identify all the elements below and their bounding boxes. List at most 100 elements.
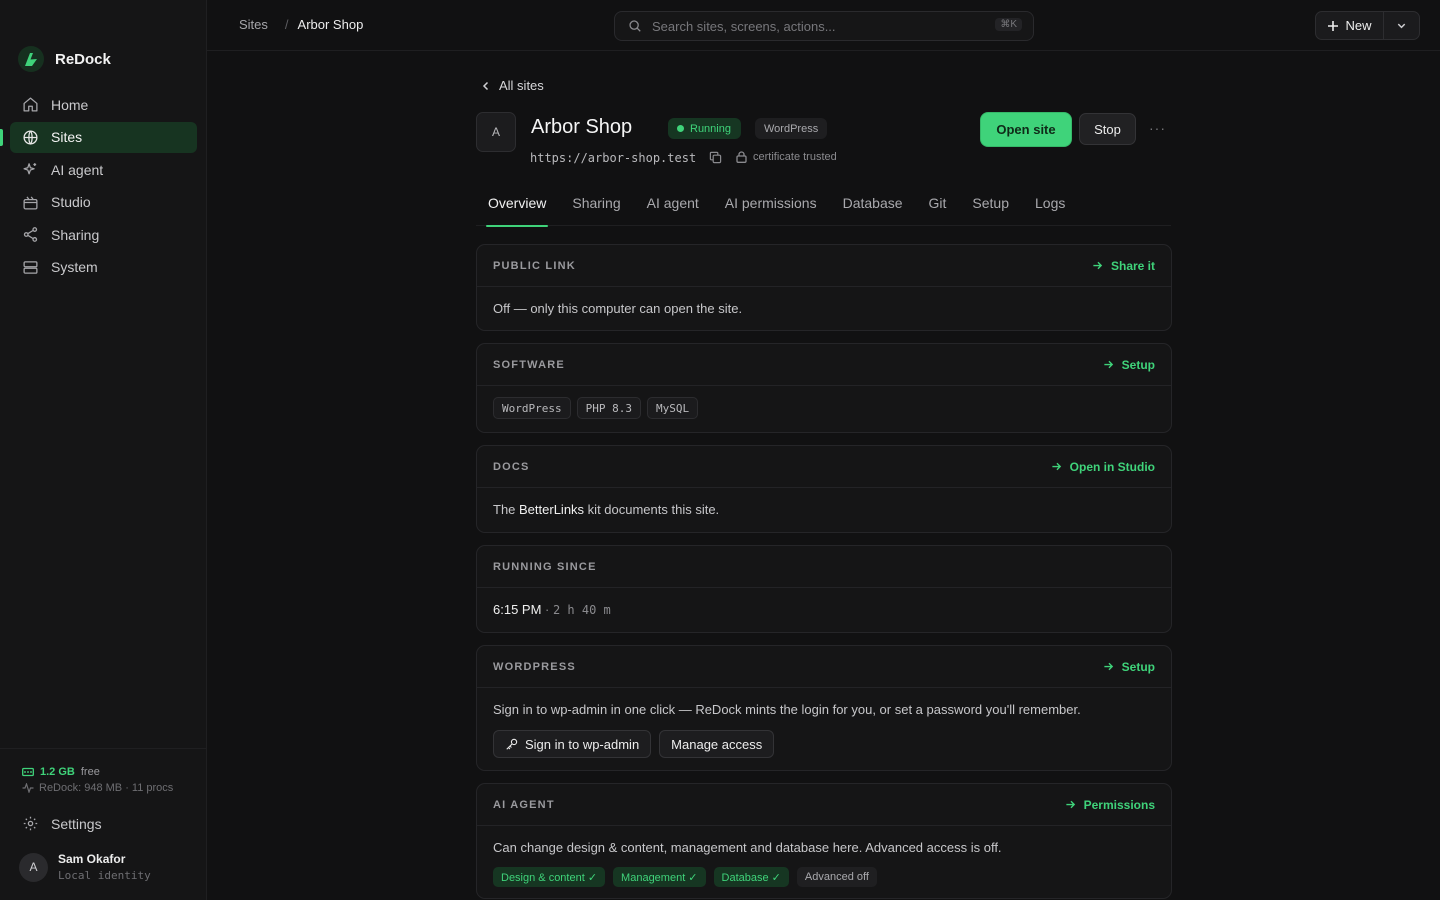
breadcrumb-separator: /: [284, 17, 289, 32]
breadcrumb-root[interactable]: Sites: [239, 17, 268, 32]
back-link[interactable]: All sites: [481, 78, 544, 93]
stop-button[interactable]: Stop: [1079, 113, 1136, 145]
server-icon: [22, 259, 39, 276]
sidebar-item-system[interactable]: System: [10, 252, 197, 283]
home-icon: [22, 96, 39, 113]
new-button-label: New: [1345, 18, 1372, 33]
wordpress-setup-label: Setup: [1121, 659, 1155, 674]
brand-name: ReDock: [55, 50, 111, 68]
running-since-value: 6:15 PM · 2 h 40 m: [477, 588, 1171, 617]
user-profile[interactable]: A Sam Okafor Local identity: [19, 852, 151, 882]
tab-overview[interactable]: Overview: [476, 188, 560, 227]
process-usage: ReDock: 948 MB · 11 procs: [39, 782, 174, 794]
permission-badge-off: Advanced off: [796, 867, 877, 887]
card-title: PUBLIC LINK: [493, 259, 576, 272]
gear-icon: [22, 815, 39, 832]
share-it-label: Share it: [1110, 258, 1155, 273]
brand[interactable]: ReDock: [18, 46, 111, 72]
docs-text: The BetterLinks kit documents this site.: [477, 488, 1171, 517]
ai-agent-description: Can change design & content, management …: [493, 840, 1002, 855]
copy-icon[interactable]: [709, 151, 722, 164]
tab-ai-agent[interactable]: AI agent: [635, 188, 713, 226]
settings-label: Settings: [51, 815, 102, 832]
status-badge: Running: [668, 118, 741, 139]
memory-free-label: free: [80, 766, 100, 778]
sidebar-item-ai-agent[interactable]: AI agent: [10, 154, 197, 185]
back-link-label: All sites: [499, 78, 544, 93]
sparkle-icon: [22, 161, 39, 178]
page-title: Arbor Shop: [531, 116, 633, 138]
sidebar-item-home[interactable]: Home: [10, 89, 197, 120]
permission-badge: Design & content ✓: [493, 867, 606, 887]
permission-badge: Database ✓: [713, 867, 789, 887]
sidebar-item-label: Sharing: [51, 226, 100, 243]
tab-logs[interactable]: Logs: [1023, 188, 1079, 226]
tab-ai-permissions[interactable]: AI permissions: [713, 188, 831, 226]
studio-icon: [22, 194, 39, 211]
avatar: A: [19, 852, 48, 882]
user-subtitle: Local identity: [58, 869, 151, 882]
certificate-status: certificate trusted: [736, 151, 837, 163]
sidebar-item-label: Studio: [51, 194, 91, 211]
sidebar-item-sites[interactable]: Sites: [0, 121, 197, 153]
more-options-button[interactable]: ···: [1149, 120, 1166, 136]
arrow-right-icon: [1103, 661, 1114, 672]
sidebar-item-label: AI agent: [51, 161, 104, 178]
ai-agent-card: AI AGENT Permissions Can change design &…: [476, 783, 1172, 899]
start-time: 6:15 PM: [493, 602, 542, 617]
tab-git[interactable]: Git: [917, 188, 961, 226]
status-dot: [677, 125, 684, 132]
wordpress-setup-link[interactable]: Setup: [1103, 660, 1155, 674]
sign-in-wp-admin-button[interactable]: Sign in to wp-admin: [493, 730, 652, 758]
key-icon: [505, 737, 519, 751]
arrow-right-icon: [1092, 260, 1103, 271]
new-button[interactable]: New: [1316, 12, 1384, 39]
site-avatar: A: [476, 112, 516, 152]
plus-icon: [1327, 20, 1339, 32]
tab-setup[interactable]: Setup: [960, 188, 1023, 226]
topbar: Sites / Arbor Shop ⌘K New: [207, 0, 1440, 51]
certificate-text: certificate trusted: [753, 151, 837, 163]
settings-link[interactable]: Settings: [22, 815, 102, 832]
docs-prefix: The: [493, 502, 520, 517]
docs-kit-name[interactable]: BetterLinks: [519, 502, 584, 517]
memory-free-value: 1.2 GB: [40, 766, 75, 778]
sidebar-item-sharing[interactable]: Sharing: [10, 219, 197, 250]
tab-sharing[interactable]: Sharing: [560, 188, 634, 226]
card-title: WORDPRESS: [493, 660, 576, 673]
permission-badge: Management ✓: [613, 867, 706, 887]
docs-suffix: kit documents this site.: [584, 502, 720, 517]
public-link-status: Off — only this computer can open the si…: [493, 301, 743, 316]
site-url[interactable]: https://arbor-shop.test: [530, 151, 696, 165]
card-title: DOCS: [493, 460, 530, 473]
tab-database[interactable]: Database: [831, 188, 917, 226]
globe-icon: [22, 129, 39, 146]
software-setup-label: Setup: [1121, 357, 1155, 372]
search-input[interactable]: [652, 18, 982, 34]
card-title: RUNNING SINCE: [493, 560, 597, 573]
software-setup-link[interactable]: Setup: [1103, 358, 1155, 372]
breadcrumb: Sites / Arbor Shop: [239, 17, 363, 32]
docs-card: DOCS Open in Studio The BetterLinks kit …: [476, 445, 1172, 533]
arrow-right-icon: [1103, 359, 1114, 370]
permissions-link[interactable]: Permissions: [1065, 798, 1155, 812]
wordpress-description: Sign in to wp-admin in one click — ReDoc…: [493, 702, 1081, 717]
software-chips: WordPress PHP 8.3 MySQL: [493, 397, 1155, 419]
manage-access-button[interactable]: Manage access: [659, 730, 775, 758]
search-box[interactable]: ⌘K: [614, 11, 1034, 41]
open-site-button[interactable]: Open site: [981, 113, 1071, 146]
software-chip: WordPress: [493, 397, 571, 419]
time-separator: ·: [541, 602, 553, 617]
open-in-studio-link[interactable]: Open in Studio: [1051, 460, 1155, 474]
new-dropdown-button[interactable]: [1384, 12, 1419, 39]
software-chip: MySQL: [646, 397, 699, 419]
arrow-right-icon: [1051, 461, 1062, 472]
breadcrumb-current: Arbor Shop: [297, 17, 364, 32]
public-link-card: PUBLIC LINK Share it Off — only this com…: [476, 244, 1172, 331]
open-in-studio-label: Open in Studio: [1069, 459, 1155, 474]
memory-icon: [22, 767, 34, 777]
share-it-link[interactable]: Share it: [1092, 259, 1155, 273]
sidebar-item-studio[interactable]: Studio: [10, 187, 197, 218]
share-icon: [22, 226, 39, 243]
user-name: Sam Okafor: [58, 852, 126, 866]
